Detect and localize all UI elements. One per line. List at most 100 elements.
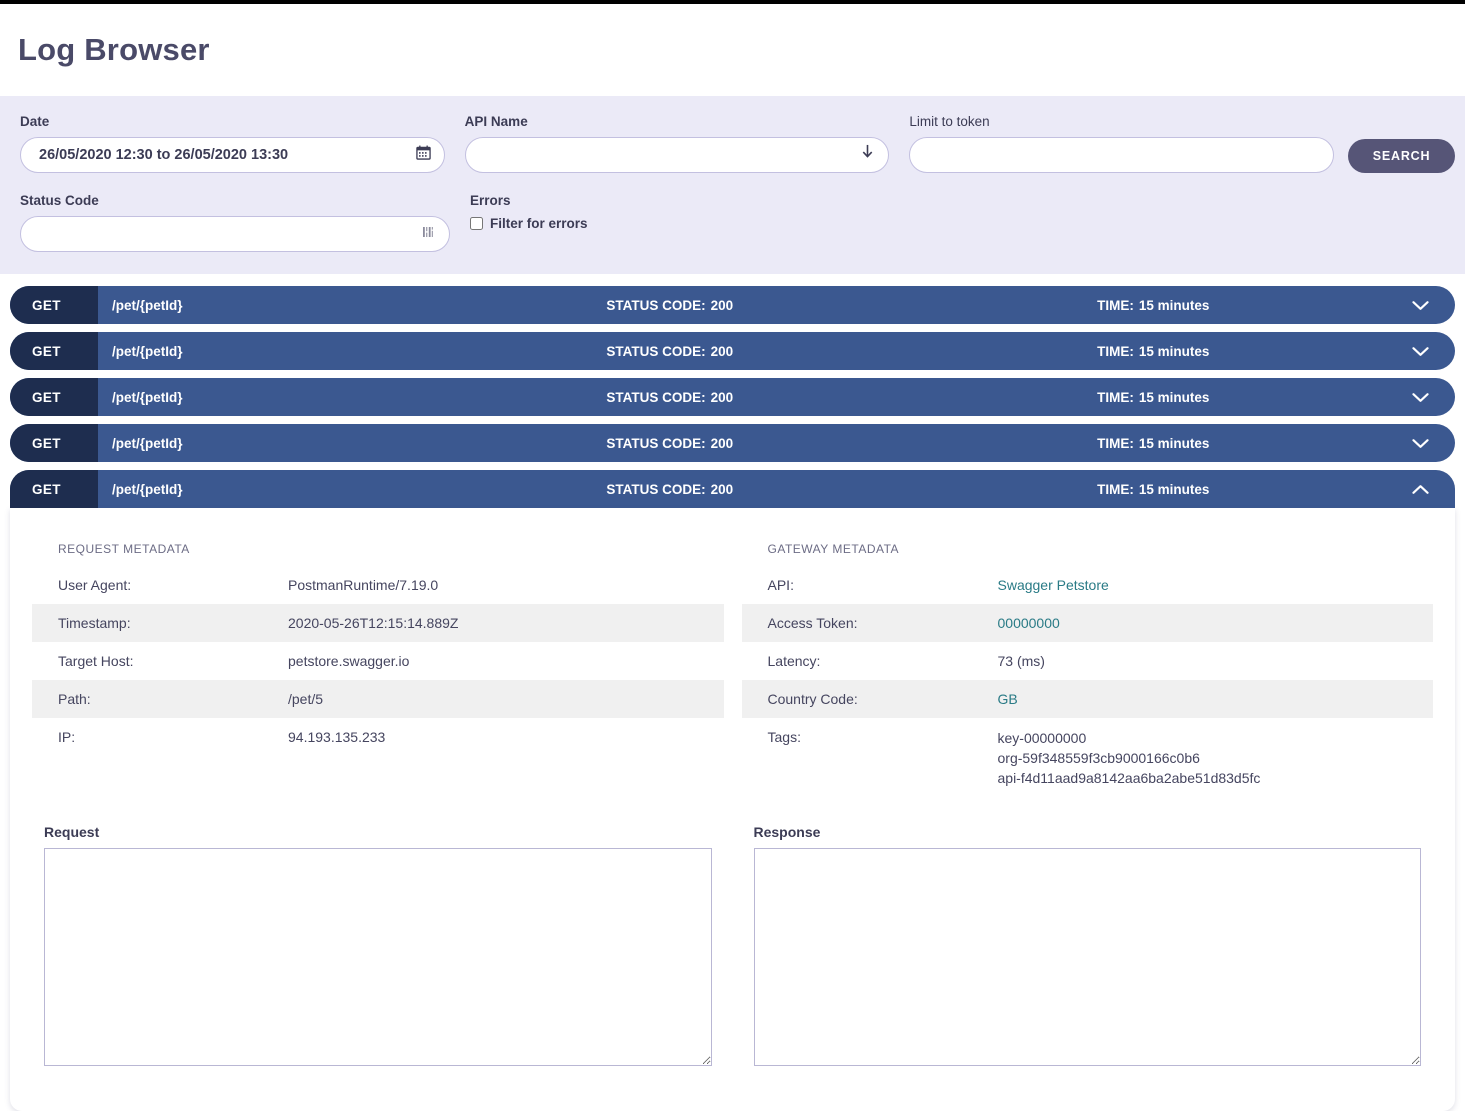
filter-panel: Date API Name xyxy=(0,96,1465,274)
method-badge: GET xyxy=(10,424,98,462)
row-value: 94.193.135.233 xyxy=(262,718,724,756)
row-key: Timestamp: xyxy=(32,604,262,642)
table-row: Target Host: petstore.swagger.io xyxy=(32,642,724,680)
status-value: 200 xyxy=(711,436,734,451)
chevron-down-icon[interactable] xyxy=(1395,424,1455,462)
row-value: 2020-05-26T12:15:14.889Z xyxy=(262,604,724,642)
api-link[interactable]: Swagger Petstore xyxy=(998,577,1109,593)
log-entry-header[interactable]: GET /pet/{petId} STATUS CODE: 200 TIME: … xyxy=(10,332,1455,370)
time-value: 15 minutes xyxy=(1139,344,1210,359)
method-badge: GET xyxy=(10,286,98,324)
log-entry-header[interactable]: GET /pet/{petId} STATUS CODE: 200 TIME: … xyxy=(10,286,1455,324)
log-entry: GET /pet/{petId} STATUS CODE: 200 TIME: … xyxy=(10,332,1455,370)
table-row: Latency: 73 (ms) xyxy=(742,642,1434,680)
status-value: 200 xyxy=(711,390,734,405)
log-entry-list: GET /pet/{petId} STATUS CODE: 200 TIME: … xyxy=(0,274,1465,1111)
log-entry: GET /pet/{petId} STATUS CODE: 200 TIME: … xyxy=(10,378,1455,416)
time-value: 15 minutes xyxy=(1139,298,1210,313)
row-value: PostmanRuntime/7.19.0 xyxy=(262,566,724,604)
time-value: 15 minutes xyxy=(1139,390,1210,405)
log-path: /pet/{petId} xyxy=(98,332,428,370)
row-value: 73 (ms) xyxy=(972,642,1434,680)
table-row: User Agent: PostmanRuntime/7.19.0 xyxy=(32,566,724,604)
request-response-columns: Request Response xyxy=(32,824,1433,1071)
row-key: Country Code: xyxy=(742,680,972,718)
table-row-tags: Tags: key-00000000 org-59f348559f3cb9000… xyxy=(742,718,1434,800)
api-name-label: API Name xyxy=(465,114,890,129)
api-name-input[interactable] xyxy=(465,137,890,173)
limit-to-token-field-group: Limit to token xyxy=(909,114,1334,173)
method-badge: GET xyxy=(10,332,98,370)
tag-item: org-59f348559f3cb9000166c0b6 xyxy=(998,749,1434,769)
filter-for-errors-checkbox[interactable] xyxy=(470,217,483,230)
request-metadata-title: REQUEST METADATA xyxy=(58,542,724,556)
status-value: 200 xyxy=(711,298,734,313)
log-entry: GET /pet/{petId} STATUS CODE: 200 TIME: … xyxy=(10,424,1455,462)
tag-item: key-00000000 xyxy=(998,729,1434,749)
log-detail-card: REQUEST METADATA User Agent: PostmanRunt… xyxy=(10,508,1455,1111)
filter-row-secondary: Status Code Errors Filter for errors xyxy=(10,173,1455,252)
row-key: IP: xyxy=(32,718,262,756)
country-code-link[interactable]: GB xyxy=(998,691,1018,707)
row-key: Access Token: xyxy=(742,604,972,642)
response-textarea[interactable] xyxy=(754,848,1422,1066)
chevron-down-icon[interactable] xyxy=(1395,378,1455,416)
status-code-input[interactable] xyxy=(20,216,450,252)
log-time: TIME: 15 minutes xyxy=(912,378,1396,416)
row-value: /pet/5 xyxy=(262,680,724,718)
search-button[interactable]: SEARCH xyxy=(1348,139,1455,173)
status-label: STATUS CODE: xyxy=(606,436,705,451)
time-label: TIME: xyxy=(1097,482,1134,497)
table-row: Country Code: GB xyxy=(742,680,1434,718)
method-badge: GET xyxy=(10,378,98,416)
tags-value: key-00000000 org-59f348559f3cb9000166c0b… xyxy=(972,718,1434,800)
date-input[interactable] xyxy=(20,137,445,173)
gateway-metadata-title: GATEWAY METADATA xyxy=(768,542,1434,556)
table-row: Timestamp: 2020-05-26T12:15:14.889Z xyxy=(32,604,724,642)
log-path: /pet/{petId} xyxy=(98,470,428,508)
row-value: GB xyxy=(972,680,1434,718)
time-label: TIME: xyxy=(1097,390,1134,405)
chevron-down-icon[interactable] xyxy=(1395,332,1455,370)
log-path: /pet/{petId} xyxy=(98,378,428,416)
metadata-columns: REQUEST METADATA User Agent: PostmanRunt… xyxy=(32,534,1433,800)
log-entry-expanded: GET /pet/{petId} STATUS CODE: 200 TIME: … xyxy=(10,470,1455,1111)
table-row: API: Swagger Petstore xyxy=(742,566,1434,604)
row-key: Path: xyxy=(32,680,262,718)
log-status: STATUS CODE: 200 xyxy=(428,378,912,416)
log-entry-header[interactable]: GET /pet/{petId} STATUS CODE: 200 TIME: … xyxy=(10,424,1455,462)
limit-to-token-input[interactable] xyxy=(909,137,1334,173)
status-label: STATUS CODE: xyxy=(606,298,705,313)
filter-for-errors-row[interactable]: Filter for errors xyxy=(470,216,900,231)
row-key: Latency: xyxy=(742,642,972,680)
log-entry-header[interactable]: GET /pet/{petId} STATUS CODE: 200 TIME: … xyxy=(10,470,1455,508)
errors-label: Errors xyxy=(470,193,900,208)
time-value: 15 minutes xyxy=(1139,482,1210,497)
log-time: TIME: 15 minutes xyxy=(912,424,1396,462)
status-label: STATUS CODE: xyxy=(606,344,705,359)
log-entry-header[interactable]: GET /pet/{petId} STATUS CODE: 200 TIME: … xyxy=(10,378,1455,416)
gateway-metadata-column: GATEWAY METADATA API: Swagger Petstore A… xyxy=(742,534,1434,800)
time-label: TIME: xyxy=(1097,344,1134,359)
request-textarea[interactable] xyxy=(44,848,712,1066)
log-time: TIME: 15 minutes xyxy=(912,470,1396,508)
chevron-down-icon[interactable] xyxy=(1395,286,1455,324)
row-value: petstore.swagger.io xyxy=(262,642,724,680)
row-key: Target Host: xyxy=(32,642,262,680)
api-name-field-group: API Name xyxy=(465,114,890,173)
time-value: 15 minutes xyxy=(1139,436,1210,451)
page-title: Log Browser xyxy=(18,32,210,68)
filter-for-errors-label: Filter for errors xyxy=(490,216,588,231)
request-metadata-table: User Agent: PostmanRuntime/7.19.0 Timest… xyxy=(32,566,724,756)
status-label: STATUS CODE: xyxy=(606,482,705,497)
request-column: Request xyxy=(32,824,724,1071)
access-token-link[interactable]: 00000000 xyxy=(998,615,1060,631)
status-label: STATUS CODE: xyxy=(606,390,705,405)
log-status: STATUS CODE: 200 xyxy=(428,332,912,370)
chevron-up-icon[interactable] xyxy=(1395,470,1455,508)
errors-field-group: Errors Filter for errors xyxy=(470,193,900,231)
request-metadata-column: REQUEST METADATA User Agent: PostmanRunt… xyxy=(32,534,724,800)
row-key: API: xyxy=(742,566,972,604)
table-row: Path: /pet/5 xyxy=(32,680,724,718)
row-key: User Agent: xyxy=(32,566,262,604)
